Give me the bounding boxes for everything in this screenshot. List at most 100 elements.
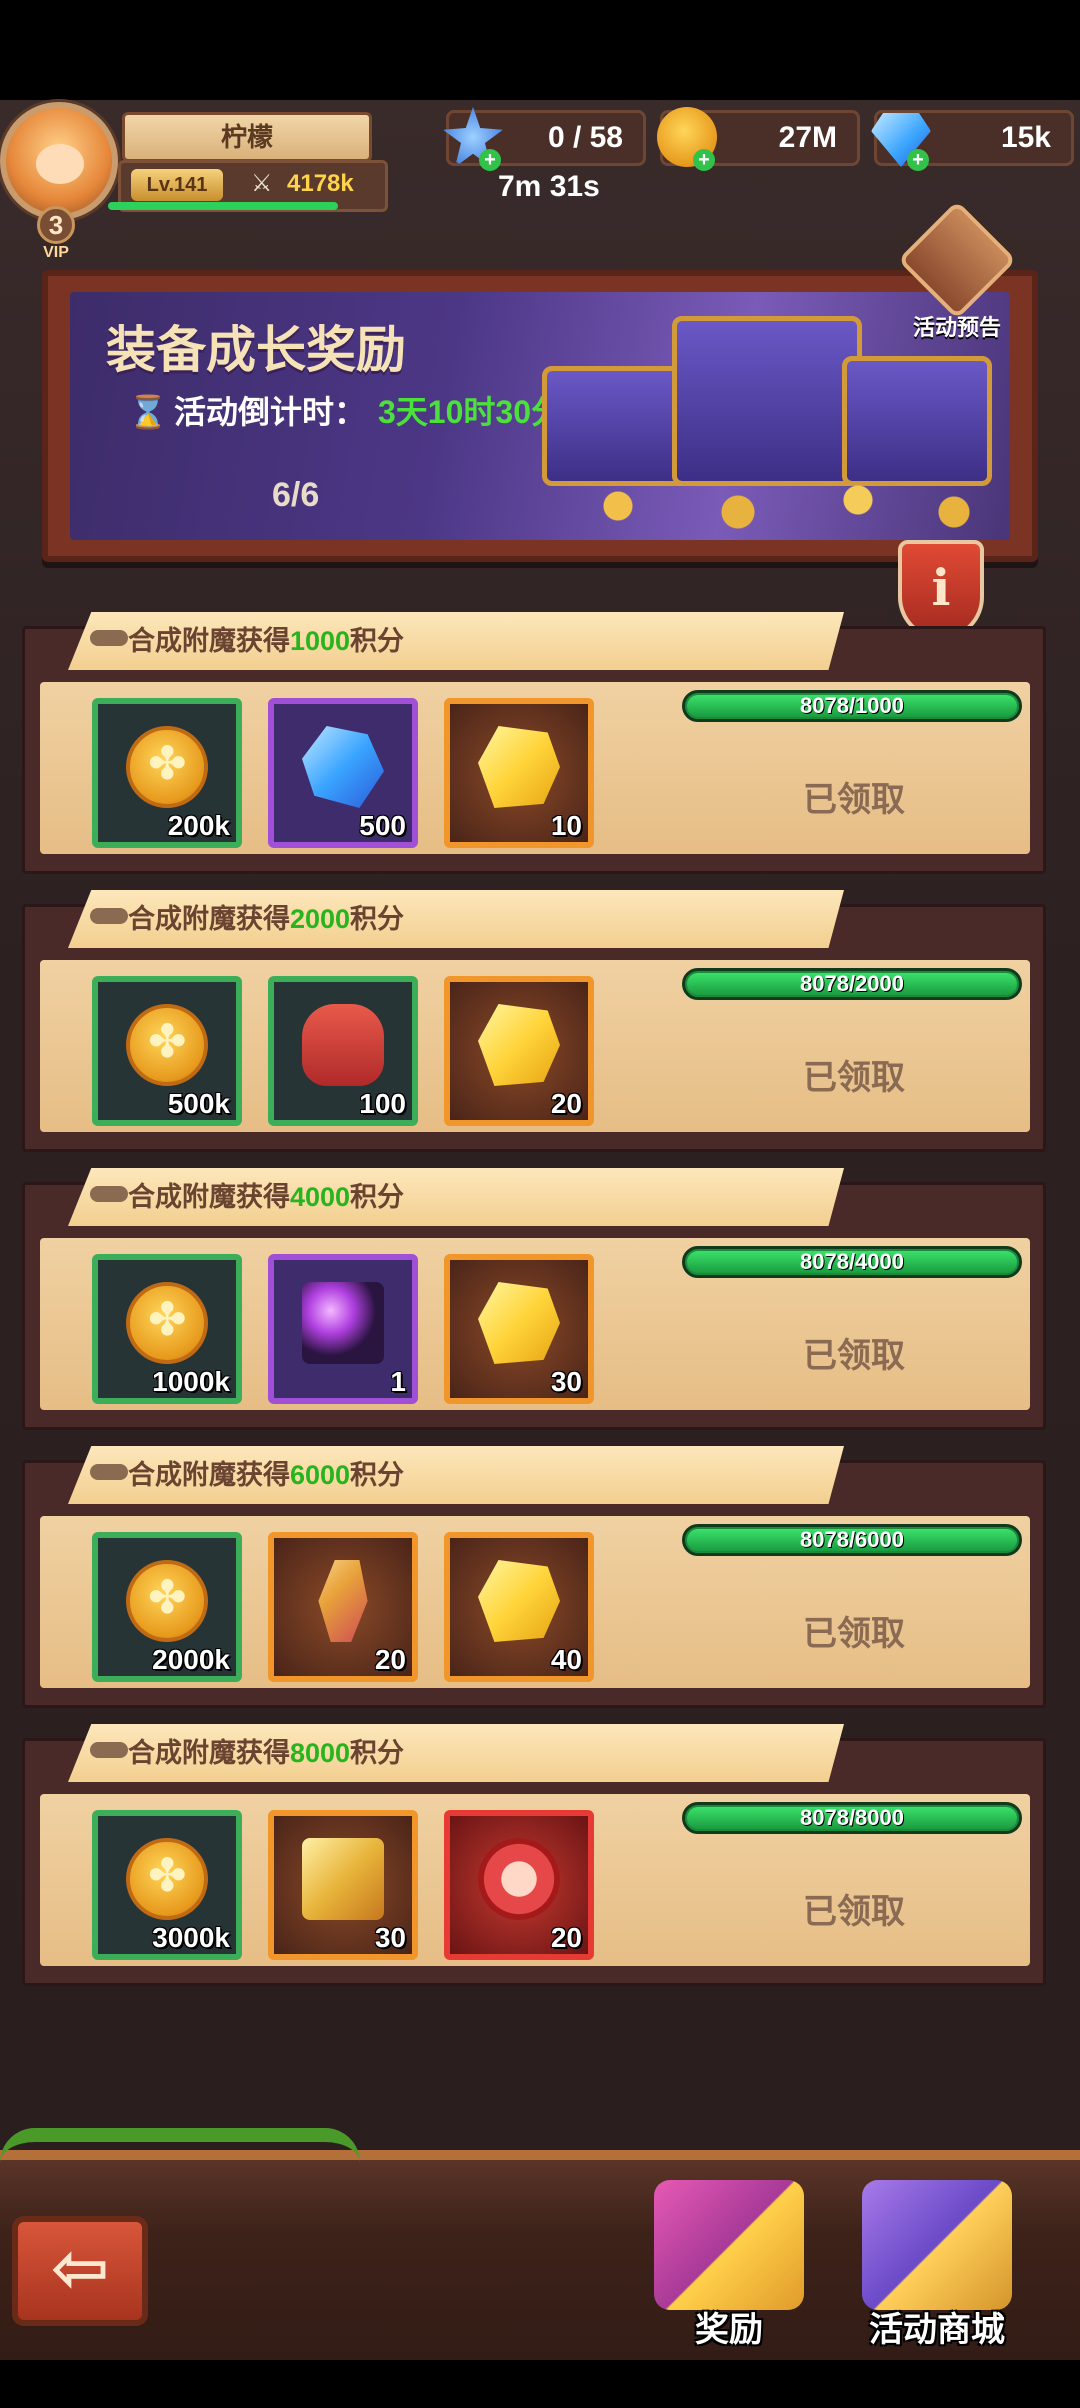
vine-decoration	[0, 2128, 360, 2198]
reward-progress-text: 8078/4000	[800, 1249, 904, 1274]
crossed-swords-icon: ⚔	[251, 170, 273, 197]
event-preview-button[interactable]: 活动预告	[897, 200, 1017, 340]
reward-title: 合成附魔获得 8000 积分	[68, 1724, 844, 1782]
treasure-shop-icon	[862, 2180, 1012, 2310]
reward-title: 合成附魔获得 2000 积分	[68, 890, 844, 948]
reward-item-quantity: 40	[550, 1644, 582, 1675]
reward-target-points: 8000	[290, 1738, 351, 1768]
vip-badge[interactable]: 3 VIP	[24, 206, 88, 262]
event-banner: 装备成长奖励 ⌛ 活动倒计时： 3天10时30分 6/6	[70, 292, 1010, 540]
reward-item[interactable]: 500	[268, 698, 418, 848]
reward-title-prefix: 合成附魔获得	[128, 1182, 290, 1212]
countdown-label: 活动倒计时：	[174, 394, 367, 430]
event-title: 装备成长奖励	[106, 322, 406, 378]
reward-item-quantity: 100	[359, 1088, 406, 1119]
reward-title: 合成附魔获得 4000 积分	[68, 1168, 844, 1226]
reward-title-suffix: 积分	[350, 1182, 404, 1212]
add-gems-icon[interactable]: +	[907, 149, 929, 171]
reward-target-points: 6000	[290, 1460, 351, 1490]
reward-item[interactable]: 20	[444, 976, 594, 1126]
back-button[interactable]: ⇦	[12, 2216, 148, 2326]
reward-item[interactable]: 500k	[92, 976, 242, 1126]
scroll-preview-icon	[897, 200, 1017, 320]
reward-item[interactable]: 30	[268, 1810, 418, 1960]
reward-title-prefix: 合成附魔获得	[128, 904, 290, 934]
reward-item[interactable]: 100	[268, 976, 418, 1126]
reward-item-quantity: 500	[359, 810, 406, 841]
gold-coin-icon	[126, 726, 208, 808]
reward-card: 合成附魔获得1000积分 200k 500 10 8078/1000 已领取	[22, 612, 1046, 874]
event-preview-label: 活动预告	[912, 315, 1001, 340]
reward-item-quantity: 1000k	[152, 1366, 230, 1397]
hourglass-icon: ⌛	[128, 394, 168, 430]
reward-progress-bar: 8078/8000	[682, 1802, 1022, 1834]
reward-item-quantity: 30	[550, 1366, 582, 1397]
gem-value: 15k	[1000, 121, 1051, 154]
reward-title: 合成附魔获得 6000 积分	[68, 1446, 844, 1504]
event-progress: 6/6	[272, 476, 320, 514]
reward-progress-text: 8078/6000	[800, 1527, 904, 1552]
reward-card: 合成附魔获得4000积分 1000k 1 30 8078/4000 已领取	[22, 1168, 1046, 1430]
avatar-face-icon	[36, 144, 84, 184]
reward-item[interactable]: 20	[268, 1532, 418, 1682]
reward-target-points: 4000	[290, 1182, 351, 1212]
reward-progress-text: 8078/8000	[800, 1805, 904, 1830]
reward-item[interactable]: 1000k	[92, 1254, 242, 1404]
reward-item-quantity: 1	[390, 1366, 406, 1397]
tab-rewards[interactable]: 奖励	[634, 2180, 824, 2360]
reward-item[interactable]: 1	[268, 1254, 418, 1404]
reward-item[interactable]: 2000k	[92, 1532, 242, 1682]
reward-item[interactable]: 20	[444, 1810, 594, 1960]
player-avatar[interactable]	[0, 102, 118, 220]
rope-pin-icon	[90, 1186, 128, 1202]
gem-counter[interactable]: + 15k	[871, 110, 1074, 171]
player-level: Lv.141	[131, 169, 223, 201]
reward-item-quantity: 20	[550, 1088, 582, 1119]
coin-pile-icon	[522, 476, 1002, 536]
system-nav-bar	[0, 2360, 1080, 2408]
reward-item[interactable]: 200k	[92, 698, 242, 848]
player-name: 柠檬	[122, 112, 372, 162]
tab-rewards-label: 奖励	[695, 2311, 763, 2349]
gold-coin-icon	[126, 1838, 208, 1920]
claimed-status: 已领取	[803, 1893, 905, 1931]
reward-title-prefix: 合成附魔获得	[128, 626, 290, 656]
reward-item-quantity: 3000k	[152, 1922, 230, 1953]
tab-event-shop[interactable]: 活动商城	[842, 2180, 1032, 2360]
reward-item[interactable]: 40	[444, 1532, 594, 1682]
stamina-value: 0 / 58	[547, 121, 623, 154]
gift-box-icon	[654, 2180, 804, 2310]
reward-title-suffix: 积分	[350, 1460, 404, 1490]
reward-item-quantity: 30	[374, 1922, 406, 1953]
reward-title-suffix: 积分	[350, 904, 404, 934]
reward-item[interactable]: 10	[444, 698, 594, 848]
status-bar	[0, 0, 1080, 100]
xp-bar	[108, 202, 338, 210]
reward-title-prefix: 合成附魔获得	[128, 1738, 290, 1768]
add-stamina-icon[interactable]: +	[479, 149, 501, 171]
reward-item[interactable]: 3000k	[92, 1810, 242, 1960]
treasure-chest-icon	[302, 1838, 384, 1920]
reward-progress-text: 8078/2000	[800, 971, 904, 996]
rope-pin-icon	[90, 908, 128, 924]
vip-label: VIP	[43, 244, 69, 261]
reward-title-suffix: 积分	[350, 1738, 404, 1768]
add-gold-icon[interactable]: +	[693, 149, 715, 171]
reward-item[interactable]: 30	[444, 1254, 594, 1404]
claimed-status: 已领取	[803, 1059, 905, 1097]
reward-progress-bar: 8078/2000	[682, 968, 1022, 1000]
reward-item-quantity: 2000k	[152, 1644, 230, 1675]
gold-counter[interactable]: + 27M	[657, 107, 860, 171]
gold-ore-icon	[478, 1560, 560, 1642]
stamina-counter[interactable]: + 0 / 58	[443, 107, 646, 171]
chest-left-icon	[542, 366, 692, 486]
reward-progress-bar: 8078/1000	[682, 690, 1022, 722]
claimed-status: 已领取	[803, 1615, 905, 1653]
stamina-timer: 7m 31s	[498, 170, 600, 203]
player-power: 4178k	[287, 170, 354, 197]
gold-coin-icon	[126, 1004, 208, 1086]
reward-item-quantity: 20	[550, 1922, 582, 1953]
reward-card: 合成附魔获得2000积分 500k 100 20 8078/2000 已领取	[22, 890, 1046, 1152]
reward-title-prefix: 合成附魔获得	[128, 1460, 290, 1490]
magic-staff-icon	[302, 1282, 384, 1364]
